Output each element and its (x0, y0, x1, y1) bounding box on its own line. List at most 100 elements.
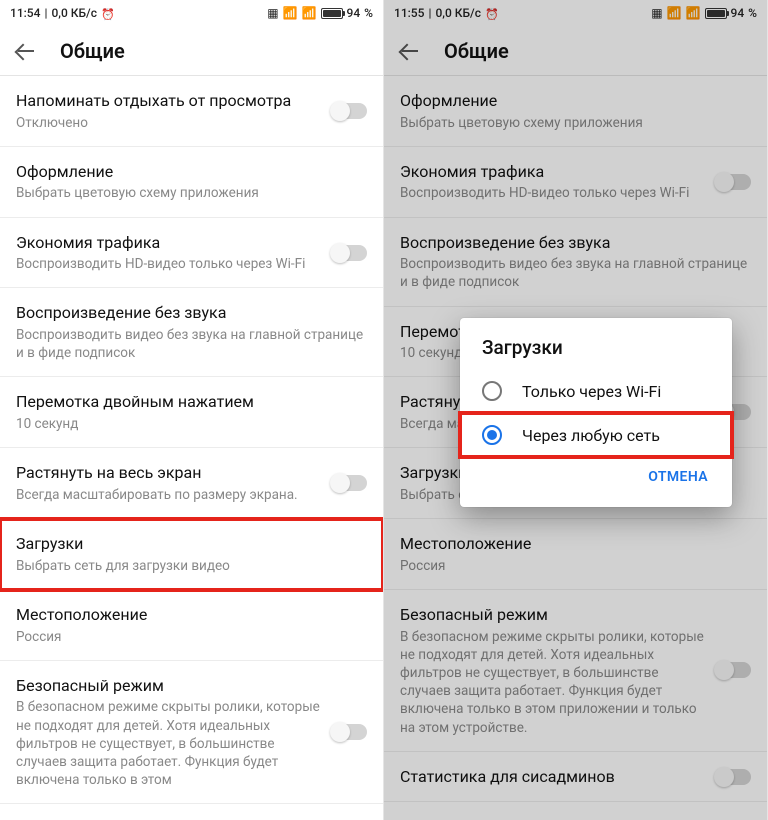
row-title: Воспроизведение без звука (400, 232, 751, 254)
row-subtitle: Всегда масштабировать по размеру экрана. (16, 486, 323, 504)
radio-option[interactable]: Через любую сеть (460, 413, 732, 457)
row-body: Перемотка двойным нажатием 10 секунд (16, 391, 367, 433)
row-title: Загрузки (16, 533, 367, 555)
row-body: Воспроизведение без звукаВоспроизводить … (16, 302, 367, 362)
row-body: Местоположение Россия (16, 604, 367, 646)
row-body: Оформление Выбрать цветовую схему приложе… (400, 90, 751, 132)
row-subtitle: Россия (400, 557, 751, 575)
row-body: Безопасный режимВ безопасном режиме скры… (400, 604, 707, 737)
settings-row[interactable]: Напоминать отдыхать от просмотраОтключен… (0, 76, 383, 147)
appbar: Общие (0, 26, 383, 76)
radio-label: Через любую сеть (522, 426, 660, 445)
switch-toggle[interactable] (331, 724, 367, 740)
row-title: Напоминать отдыхать от просмотра (16, 90, 323, 112)
switch-toggle[interactable] (715, 174, 751, 190)
status-net: 0,0 КБ/с (435, 6, 481, 20)
status-sep: | (44, 6, 47, 20)
row-title: Безопасный режим (400, 604, 707, 626)
row-body: МестоположениеРоссия (400, 533, 751, 575)
settings-list: Напоминать отдыхать от просмотраОтключен… (0, 76, 383, 804)
row-body: Растянуть на весь экран Всегда масштабиро… (16, 462, 323, 504)
dialog-title: Загрузки (460, 336, 732, 369)
settings-row[interactable]: Воспроизведение без звукаВоспроизводить … (0, 288, 383, 377)
row-title: Экономия трафика (400, 161, 707, 183)
row-body: Экономия трафикаВоспроизводить HD-видео … (400, 161, 707, 203)
row-body: Напоминать отдыхать от просмотраОтключен… (16, 90, 323, 132)
battery-icon (321, 8, 343, 19)
settings-row[interactable]: Экономия трафикаВоспроизводить HD-видео … (0, 218, 383, 289)
status-time: 11:54 (10, 6, 40, 20)
row-title: Оформление (400, 90, 751, 112)
status-right: ▦ 📶 📶 94% (267, 6, 373, 20)
settings-row[interactable]: Безопасный режимВ безопасном режиме скры… (384, 590, 767, 752)
status-net: 0,0 КБ/с (51, 6, 97, 20)
settings-row[interactable]: Безопасный режимВ безопасном режиме скры… (0, 661, 383, 805)
settings-row[interactable]: ОформлениеВыбрать цветовую схему приложе… (0, 147, 383, 218)
row-title: Экономия трафика (16, 232, 323, 254)
vk-icon: ▦ (267, 6, 278, 20)
appbar: Общие (384, 26, 767, 76)
status-bar: 11:54 | 0,0 КБ/с ▦ 📶 📶 94% (0, 0, 383, 26)
page-title: Общие (60, 39, 125, 63)
status-left: 11:54 | 0,0 КБ/с (10, 6, 113, 20)
settings-row[interactable]: Оформление Выбрать цветовую схему приложе… (384, 76, 767, 147)
switch-toggle[interactable] (331, 475, 367, 491)
radio-option[interactable]: Только через Wi-Fi (460, 369, 732, 413)
row-subtitle: Россия (16, 628, 367, 646)
signal-icon-2: 📶 (686, 6, 701, 20)
back-icon[interactable] (16, 41, 36, 61)
signal-icon: 📶 (283, 6, 298, 20)
row-subtitle: В безопасном режиме скрыты ролики, котор… (400, 628, 707, 737)
row-title: Статистика для сисадминов (400, 766, 707, 788)
page-title: Общие (444, 39, 509, 63)
back-icon[interactable] (400, 41, 420, 61)
status-bar: 11:55 | 0,0 КБ/с ▦ 📶 📶 94% (384, 0, 767, 26)
row-title: Оформление (16, 161, 367, 183)
cancel-button[interactable]: ОТМЕНА (640, 463, 716, 491)
radio-label: Только через Wi-Fi (522, 382, 661, 401)
status-time: 11:55 (394, 6, 424, 20)
battery-percent: 94 (347, 6, 361, 20)
phone-left: 11:54 | 0,0 КБ/с ▦ 📶 📶 94% Общие Напомин… (0, 0, 384, 820)
radio-unchecked-icon[interactable] (482, 381, 502, 401)
alarm-icon (101, 7, 113, 19)
row-title: Перемотка двойным нажатием (16, 391, 367, 413)
signal-icon: 📶 (667, 6, 682, 20)
row-subtitle: 10 секунд (16, 415, 367, 433)
row-title: Растянуть на весь экран (16, 462, 323, 484)
battery-icon (705, 8, 727, 19)
row-body: Воспроизведение без звукаВоспроизводить … (400, 232, 751, 292)
settings-row[interactable]: Местоположение Россия (0, 590, 383, 661)
status-right: ▦ 📶 📶 94% (651, 6, 757, 20)
switch-toggle[interactable] (331, 245, 367, 261)
status-sep: | (428, 6, 431, 20)
switch-toggle[interactable] (715, 662, 751, 678)
switch-toggle[interactable] (331, 103, 367, 119)
pct-suffix: % (364, 6, 373, 20)
row-subtitle: Воспроизводить HD-видео только через Wi-… (16, 255, 323, 273)
settings-row[interactable]: Экономия трафикаВоспроизводить HD-видео … (384, 147, 767, 218)
settings-row[interactable]: Растянуть на весь экран Всегда масштабиро… (0, 448, 383, 519)
radio-checked-icon[interactable] (482, 425, 502, 445)
alarm-icon (485, 7, 497, 19)
dialog-actions: ОТМЕНА (460, 457, 732, 501)
signal-icon-2: 📶 (302, 6, 317, 20)
settings-row[interactable]: МестоположениеРоссия (384, 519, 767, 590)
settings-row[interactable]: Загрузки Выбрать сеть для загрузки видео (0, 519, 383, 590)
row-body: Загрузки Выбрать сеть для загрузки видео (16, 533, 367, 575)
row-subtitle: В безопасном режиме скрыты ролики, котор… (16, 698, 323, 789)
vk-icon: ▦ (651, 6, 662, 20)
row-title: Местоположение (16, 604, 367, 626)
row-body: Статистика для сисадминов (400, 766, 707, 788)
settings-row[interactable]: Перемотка двойным нажатием 10 секунд (0, 377, 383, 448)
settings-row[interactable]: Воспроизведение без звукаВоспроизводить … (384, 218, 767, 307)
pct-suffix: % (748, 6, 757, 20)
row-body: Экономия трафикаВоспроизводить HD-видео … (16, 232, 323, 274)
settings-row[interactable]: Статистика для сисадминов (384, 752, 767, 803)
row-subtitle: Выбрать цветовую схему приложения (400, 114, 751, 132)
row-subtitle: Воспроизводить HD-видео только через Wi-… (400, 184, 707, 202)
switch-toggle[interactable] (715, 769, 751, 785)
row-subtitle: Выбрать сеть для загрузки видео (16, 557, 367, 575)
row-body: ОформлениеВыбрать цветовую схему приложе… (16, 161, 367, 203)
row-subtitle: Воспроизводить видео без звука на главно… (400, 255, 751, 291)
